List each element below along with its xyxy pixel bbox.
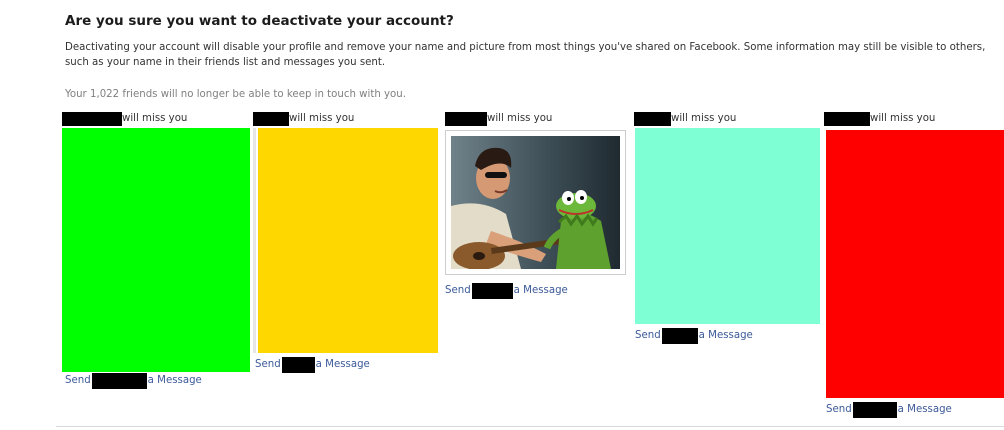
dialog-title: Are you sure you want to deactivate your… <box>65 13 454 29</box>
friend-4-send-message-link[interactable]: Send a Message <box>635 328 753 344</box>
friend-4-send-label: Send <box>635 330 661 341</box>
friend-4-send-name-redaction <box>661 328 698 344</box>
friend-4-profile-picture[interactable] <box>635 128 820 324</box>
friend-2-profile-picture[interactable] <box>258 128 438 353</box>
friend-1-profile-picture[interactable] <box>62 128 250 372</box>
guitar-and-frog-photo-icon <box>451 136 620 269</box>
friend-4-miss-caption: will miss you <box>634 112 736 126</box>
friend-5-send-name-redaction <box>852 402 897 418</box>
friend-5-send-label: Send <box>826 404 852 415</box>
friend-4-miss-label: will miss you <box>671 113 737 124</box>
friend-3-send-message-link[interactable]: Send a Message <box>445 283 568 299</box>
friend-4-message-label: a Message <box>698 330 753 341</box>
friend-1-miss-caption: will miss you <box>62 112 187 126</box>
friend-3-miss-label: will miss you <box>487 113 553 124</box>
friend-5-miss-caption: will miss you <box>824 112 935 126</box>
friend-5-send-message-link[interactable]: Send a Message <box>826 402 952 418</box>
friend-5-message-label: a Message <box>897 404 952 415</box>
friend-3-name-redaction <box>445 112 487 126</box>
friend-4-name-redaction <box>634 112 671 126</box>
friend-2-send-label: Send <box>255 359 281 370</box>
friend-2-name-redaction <box>253 112 289 126</box>
friend-5-name-redaction <box>824 112 870 126</box>
friend-3-miss-caption: will miss you <box>445 112 552 126</box>
friends-notice: Your 1,022 friends will no longer be abl… <box>65 89 406 100</box>
friend-1-miss-label: will miss you <box>122 113 188 124</box>
friend-2-tile-edge <box>253 128 256 353</box>
friend-1-send-label: Send <box>65 375 91 386</box>
friend-5-miss-label: will miss you <box>870 113 936 124</box>
friend-1-name-redaction <box>62 112 122 126</box>
friend-2-miss-caption: will miss you <box>253 112 354 126</box>
friend-1-message-label: a Message <box>147 375 202 386</box>
friend-3-send-name-redaction <box>471 283 513 299</box>
dialog-divider <box>56 426 1004 427</box>
friend-3-send-label: Send <box>445 285 471 296</box>
friend-5-profile-picture[interactable] <box>826 130 1004 398</box>
page-left-edge <box>0 0 1 430</box>
friend-2-send-name-redaction <box>281 357 315 373</box>
friend-1-send-name-redaction <box>91 373 147 389</box>
friend-1-send-message-link[interactable]: Send a Message <box>65 373 202 389</box>
friend-2-send-message-link[interactable]: Send a Message <box>255 357 370 373</box>
friend-2-message-label: a Message <box>315 359 370 370</box>
friend-3-message-label: a Message <box>513 285 568 296</box>
dialog-description: Deactivating your account will disable y… <box>65 42 986 68</box>
friend-3-profile-picture[interactable] <box>445 130 626 275</box>
friend-2-miss-label: will miss you <box>289 113 355 124</box>
